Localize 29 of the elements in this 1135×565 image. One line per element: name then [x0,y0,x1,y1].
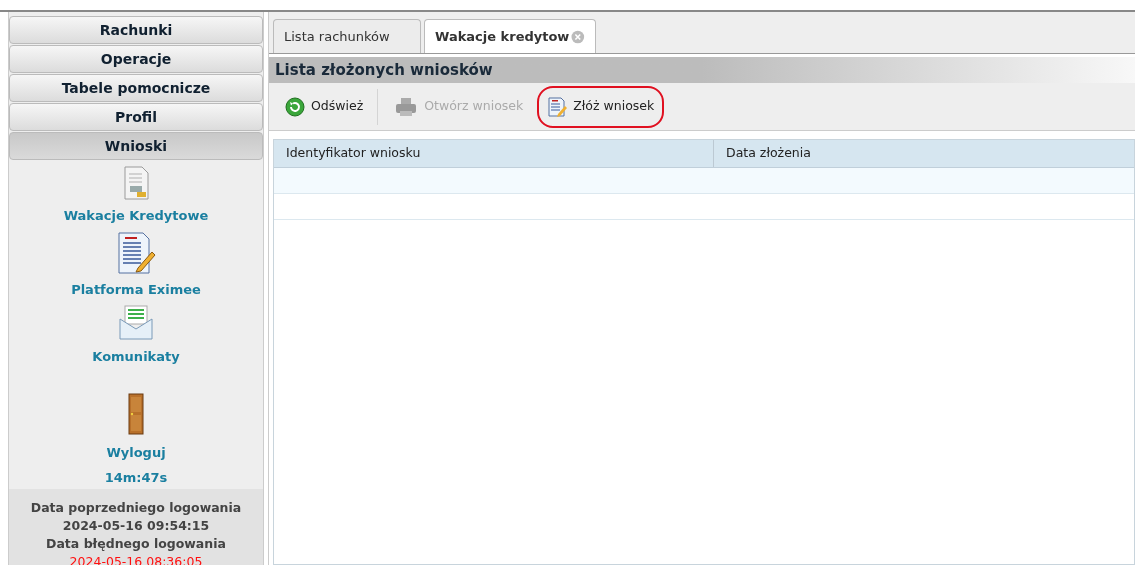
envelope-icon [118,305,154,341]
login-info-text: 2024-05-16 09:54:15 [62,517,210,535]
form-edit-icon [116,231,156,274]
session-timer: 14m:47s [104,469,168,487]
column-header[interactable]: Identyfikator wniosku [274,140,714,167]
close-icon[interactable] [571,29,585,44]
column-header[interactable]: Data złożenia [714,140,1134,167]
table-row[interactable] [274,168,1134,194]
login-info-text: Data poprzedniego logowania [30,499,242,517]
refresh-icon [285,96,305,117]
toolbar-button[interactable]: Odśwież [275,85,374,128]
sidebar-link[interactable]: Platforma Eximee [71,279,201,299]
tab[interactable]: Wakacje kredytow [424,19,596,53]
door-icon [126,392,146,437]
panel-title: Lista złożonych wniosków [275,59,493,81]
printer-icon [394,96,419,117]
document-icon [122,166,150,200]
sidebar-section[interactable]: Rachunki [9,16,263,44]
sidebar-section[interactable]: Operacje [9,45,263,73]
sidebar-link[interactable]: Wyloguj [106,442,166,462]
sidebar-section[interactable]: Profil [9,103,263,131]
sidebar-link[interactable]: Komunikaty [92,347,180,367]
sidebar-section[interactable]: Wnioski [9,132,263,160]
login-info-text: Data błędnego logowania [46,535,226,553]
sidebar-section[interactable]: Tabele pomocnicze [9,74,263,102]
form-edit-icon [547,96,568,117]
toolbar-button[interactable]: Złóż wniosek [537,85,665,128]
sidebar-link[interactable]: Wakacje Kredytowe [63,206,209,226]
tab[interactable]: Lista rachunków [273,19,421,53]
